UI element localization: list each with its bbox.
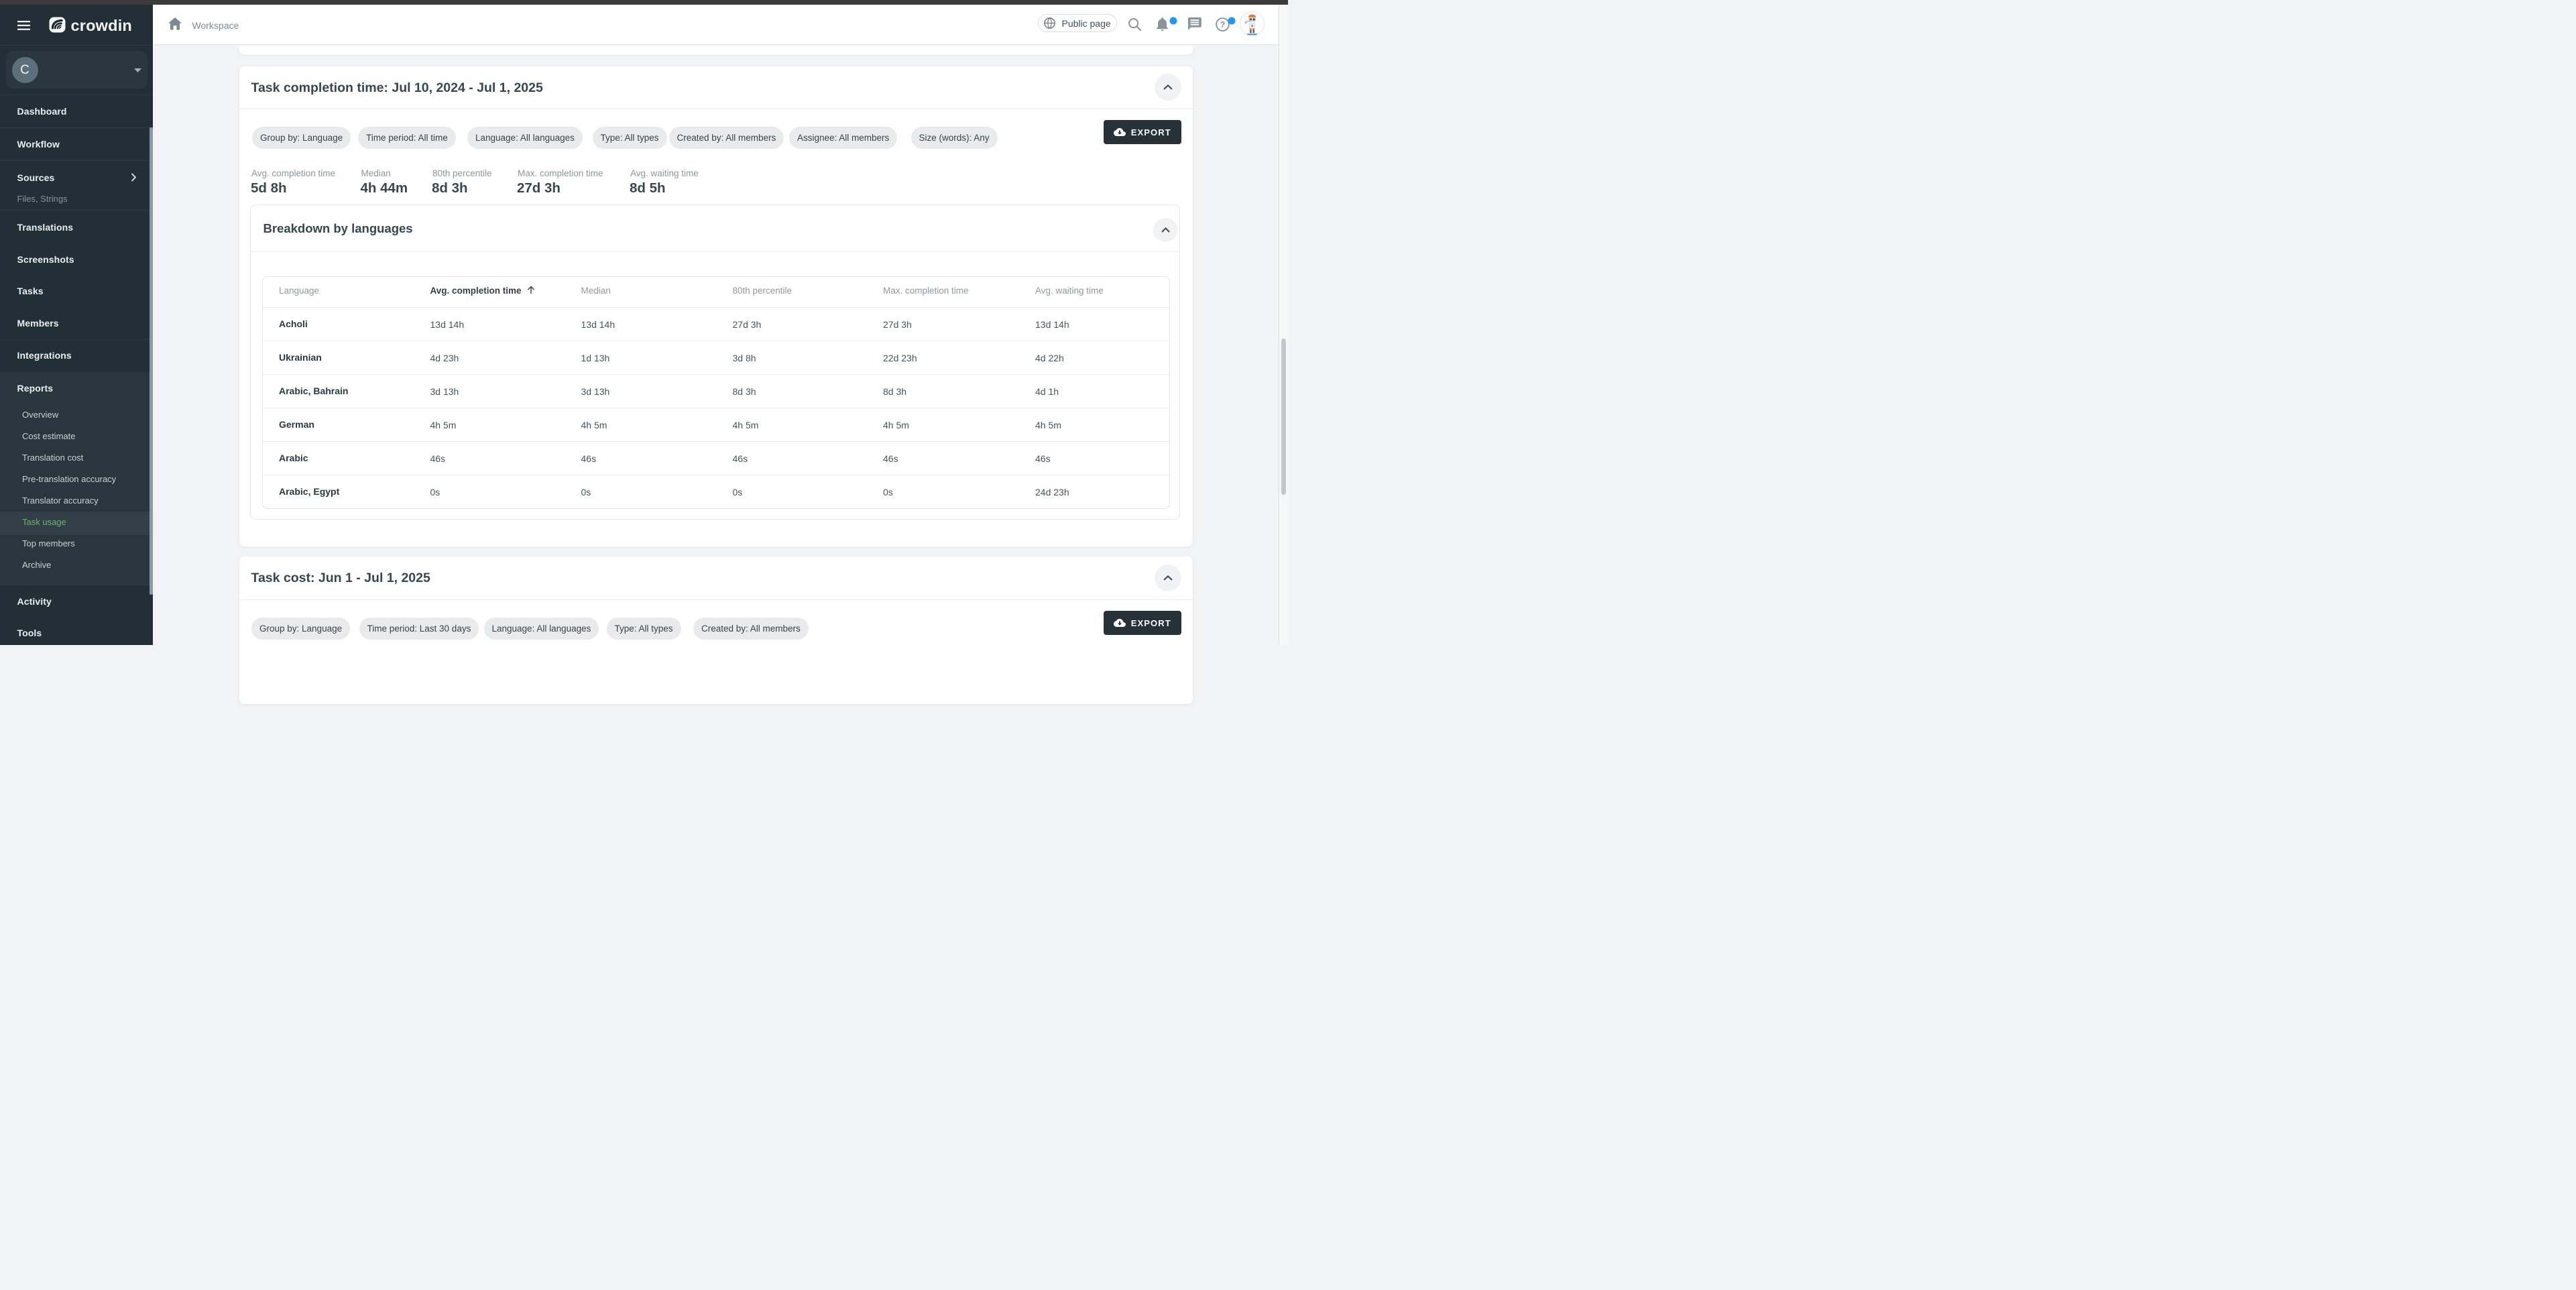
svg-text:?: ?: [1220, 20, 1225, 30]
